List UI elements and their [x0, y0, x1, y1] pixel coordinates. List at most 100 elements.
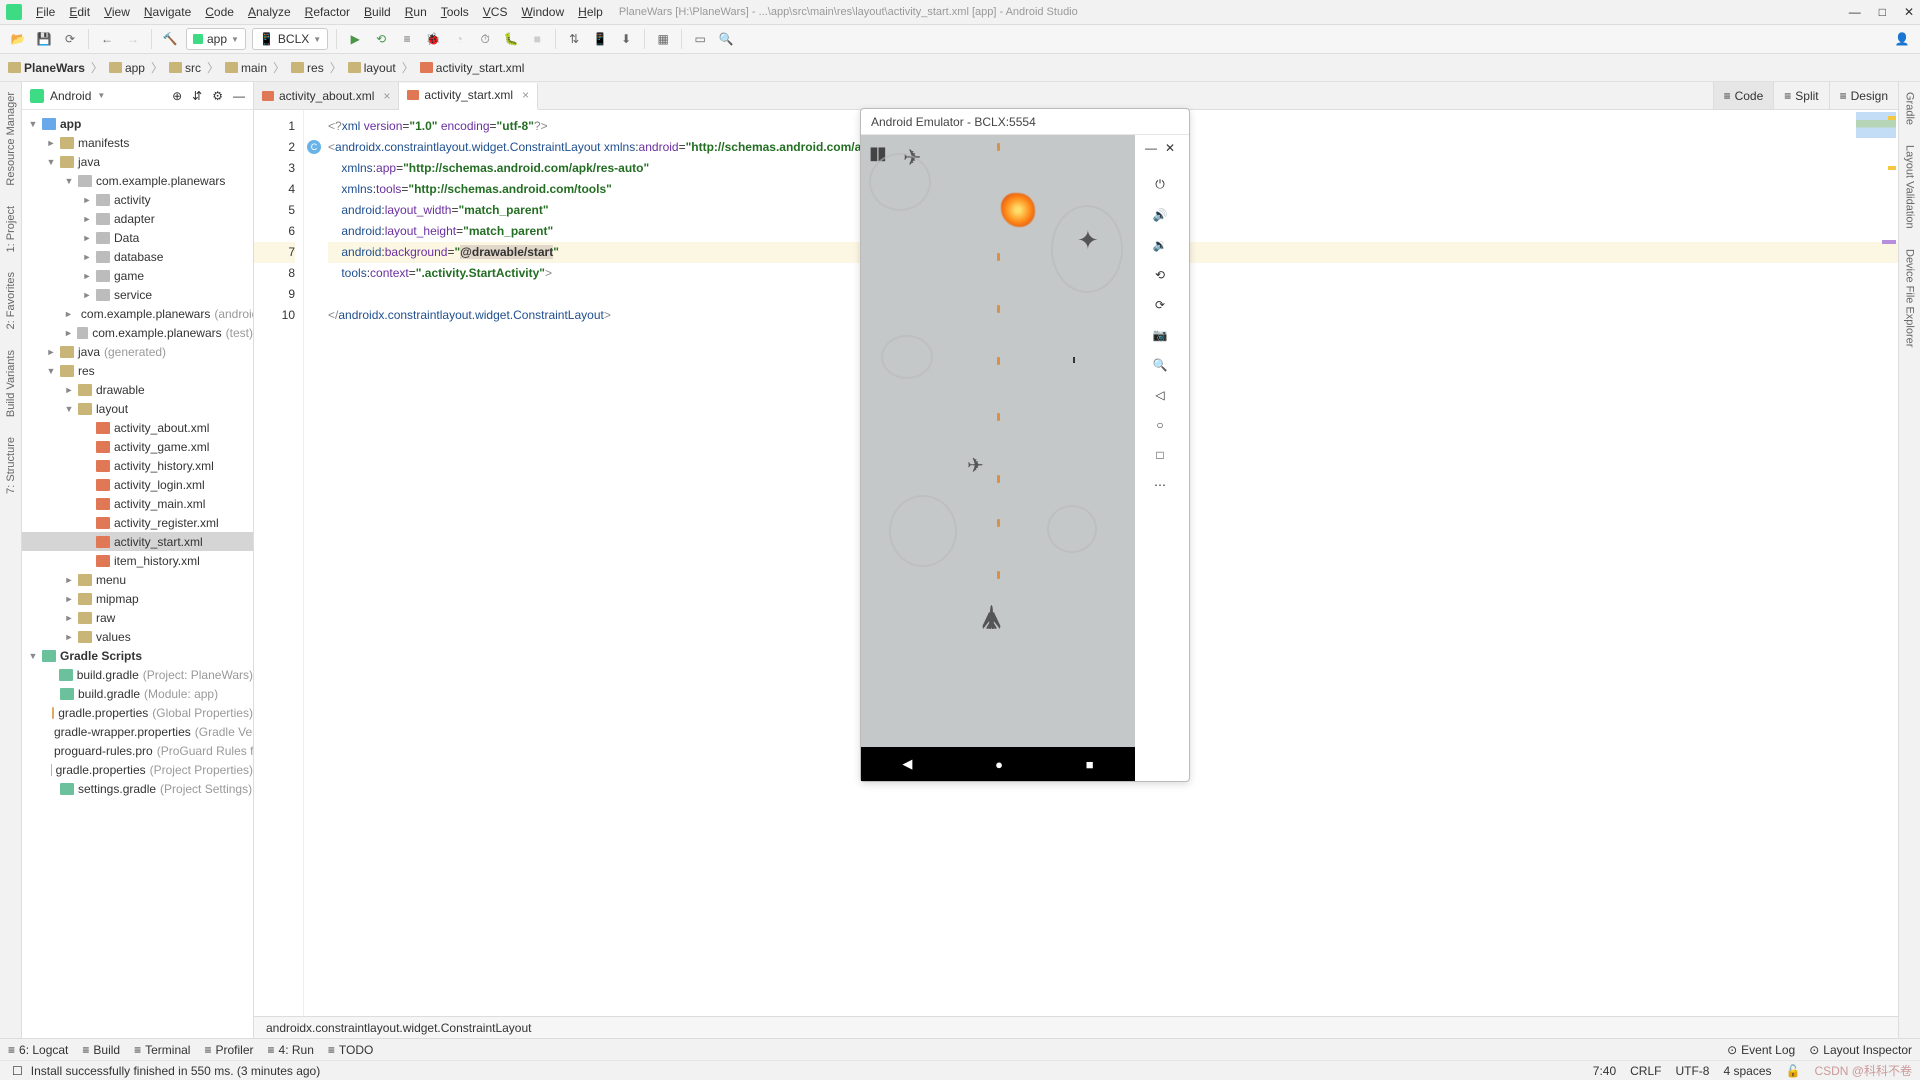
- close-tab-icon[interactable]: ×: [522, 88, 529, 102]
- device-dropdown[interactable]: 📱BCLX▼: [252, 28, 328, 50]
- collapse-icon[interactable]: ⇵: [192, 89, 202, 103]
- tool-layout-validation[interactable]: Layout Validation: [1904, 145, 1916, 229]
- debug-icon[interactable]: ≡: [397, 29, 417, 49]
- tree-node[interactable]: ►game: [22, 266, 253, 285]
- emulator-screen[interactable]: ▮▮ ✈ ✦ ✈ 🛦: [861, 135, 1135, 747]
- tree-node[interactable]: activity_main.xml: [22, 494, 253, 513]
- tree-node[interactable]: ►drawable: [22, 380, 253, 399]
- editor-tab[interactable]: activity_start.xml×: [399, 83, 538, 110]
- indent-info[interactable]: 4 spaces: [1723, 1064, 1771, 1078]
- tool-gradle[interactable]: Gradle: [1904, 92, 1916, 125]
- tree-node[interactable]: activity_history.xml: [22, 456, 253, 475]
- line-ending[interactable]: CRLF: [1630, 1064, 1661, 1078]
- tree-node[interactable]: ►raw: [22, 608, 253, 627]
- tree-node[interactable]: ▼app: [22, 114, 253, 133]
- volume-up-icon[interactable]: 🔊: [1153, 208, 1168, 222]
- tree-node[interactable]: ►service: [22, 285, 253, 304]
- breadcrumb-item[interactable]: app: [109, 61, 145, 75]
- editor-breadcrumb[interactable]: androidx.constraintlayout.widget.Constra…: [254, 1016, 1898, 1038]
- open-icon[interactable]: 📂: [8, 29, 28, 49]
- menu-edit[interactable]: Edit: [63, 3, 96, 21]
- bottom-tool-todo[interactable]: ≡TODO: [328, 1043, 373, 1057]
- close-tab-icon[interactable]: ×: [383, 89, 390, 103]
- menu-analyze[interactable]: Analyze: [242, 3, 297, 21]
- tree-node[interactable]: build.gradle(Project: PlaneWars): [22, 665, 253, 684]
- menu-view[interactable]: View: [98, 3, 136, 21]
- tree-node[interactable]: ►adapter: [22, 209, 253, 228]
- error-stripe[interactable]: [1838, 110, 1898, 250]
- tree-node[interactable]: ►mipmap: [22, 589, 253, 608]
- tool-build-variants[interactable]: Build Variants: [5, 350, 17, 417]
- tree-node[interactable]: proguard-rules.pro(ProGuard Rules for ap…: [22, 741, 253, 760]
- coverage-icon[interactable]: ◔: [449, 29, 469, 49]
- tree-node[interactable]: gradle.properties(Project Properties): [22, 760, 253, 779]
- nav-home-icon[interactable]: ●: [995, 757, 1003, 772]
- tree-node[interactable]: ►Data: [22, 228, 253, 247]
- tool-resource-manager[interactable]: Resource Manager: [5, 92, 17, 186]
- stop-icon[interactable]: ■: [527, 29, 547, 49]
- nav-recents-icon[interactable]: ■: [1086, 757, 1094, 772]
- menu-build[interactable]: Build: [358, 3, 397, 21]
- sdk-icon[interactable]: ⬇: [616, 29, 636, 49]
- screenshot-icon[interactable]: 📷: [1153, 328, 1168, 342]
- search-icon[interactable]: 🔍: [716, 29, 736, 49]
- tree-node[interactable]: activity_login.xml: [22, 475, 253, 494]
- breadcrumb-item[interactable]: res: [291, 61, 324, 75]
- breadcrumb-item[interactable]: PlaneWars: [8, 61, 85, 75]
- build-hammer-icon[interactable]: 🔨: [160, 29, 180, 49]
- tree-node[interactable]: ▼Gradle Scripts: [22, 646, 253, 665]
- editor-tab[interactable]: activity_about.xml×: [254, 82, 399, 109]
- tree-node[interactable]: item_history.xml: [22, 551, 253, 570]
- tree-node[interactable]: activity_game.xml: [22, 437, 253, 456]
- emu-home-icon[interactable]: ○: [1156, 418, 1163, 432]
- volume-down-icon[interactable]: 🔉: [1153, 238, 1168, 252]
- tree-node[interactable]: ►com.example.planewars(androidTest): [22, 304, 253, 323]
- bottom-tool-layout-inspector[interactable]: ⊙Layout Inspector: [1809, 1043, 1912, 1057]
- gear-icon[interactable]: ⚙: [212, 89, 223, 103]
- class-icon[interactable]: C: [307, 140, 321, 154]
- tree-node[interactable]: ►manifests: [22, 133, 253, 152]
- maximize-button[interactable]: □: [1879, 5, 1886, 19]
- tree-node[interactable]: gradle.properties(Global Properties): [22, 703, 253, 722]
- menu-tools[interactable]: Tools: [435, 3, 475, 21]
- tree-node[interactable]: ►values: [22, 627, 253, 646]
- struct-icon[interactable]: ▦: [653, 29, 673, 49]
- emulator-window[interactable]: Android Emulator - BCLX:5554 ▮▮ ✈ ✦ ✈ 🛦: [860, 108, 1190, 782]
- emu-minimize-icon[interactable]: —: [1145, 141, 1157, 155]
- target-icon[interactable]: ⊕: [172, 89, 182, 103]
- apply-changes-icon[interactable]: ⟲: [371, 29, 391, 49]
- menu-help[interactable]: Help: [572, 3, 609, 21]
- run-icon[interactable]: ▶: [345, 29, 365, 49]
- more-icon[interactable]: ⋯: [1154, 478, 1166, 492]
- bottom-tool-build[interactable]: ≡Build: [82, 1043, 120, 1057]
- tree-node[interactable]: settings.gradle(Project Settings): [22, 779, 253, 798]
- save-icon[interactable]: 💾: [34, 29, 54, 49]
- tree-node[interactable]: ▼res: [22, 361, 253, 380]
- bug-icon[interactable]: 🐞: [423, 29, 443, 49]
- back-icon[interactable]: ←: [97, 29, 117, 49]
- breadcrumb-item[interactable]: main: [225, 61, 267, 75]
- menu-navigate[interactable]: Navigate: [138, 3, 197, 21]
- breadcrumb-item[interactable]: activity_start.xml: [420, 61, 525, 75]
- run-config-dropdown[interactable]: app▼: [186, 28, 246, 50]
- tree-node[interactable]: ►com.example.planewars(test): [22, 323, 253, 342]
- profile-icon[interactable]: ⏱: [475, 29, 495, 49]
- bottom-tool-profiler[interactable]: ≡Profiler: [204, 1043, 253, 1057]
- project-view-selector[interactable]: Android: [50, 89, 91, 103]
- tree-node[interactable]: ▼java: [22, 152, 253, 171]
- attach-icon[interactable]: 🐛: [501, 29, 521, 49]
- tree-node[interactable]: ▼layout: [22, 399, 253, 418]
- view-mode-code[interactable]: ≡Code: [1713, 82, 1774, 109]
- view-mode-split[interactable]: ≡Split: [1773, 82, 1828, 109]
- project-tree[interactable]: ▼app►manifests▼java▼com.example.planewar…: [22, 110, 253, 1038]
- tree-node[interactable]: ►database: [22, 247, 253, 266]
- bottom-tool-4-run[interactable]: ≡4: Run: [268, 1043, 314, 1057]
- tool-device-file-explorer[interactable]: Device File Explorer: [1904, 249, 1916, 347]
- sync-icon[interactable]: ⟳: [60, 29, 80, 49]
- tool-1-project[interactable]: 1: Project: [5, 206, 17, 252]
- rotate-left-icon[interactable]: ⟲: [1155, 268, 1165, 282]
- emu-icon[interactable]: ▭: [690, 29, 710, 49]
- menu-window[interactable]: Window: [515, 3, 570, 21]
- bottom-tool-event-log[interactable]: ⊙Event Log: [1727, 1043, 1795, 1057]
- view-mode-design[interactable]: ≡Design: [1829, 82, 1898, 109]
